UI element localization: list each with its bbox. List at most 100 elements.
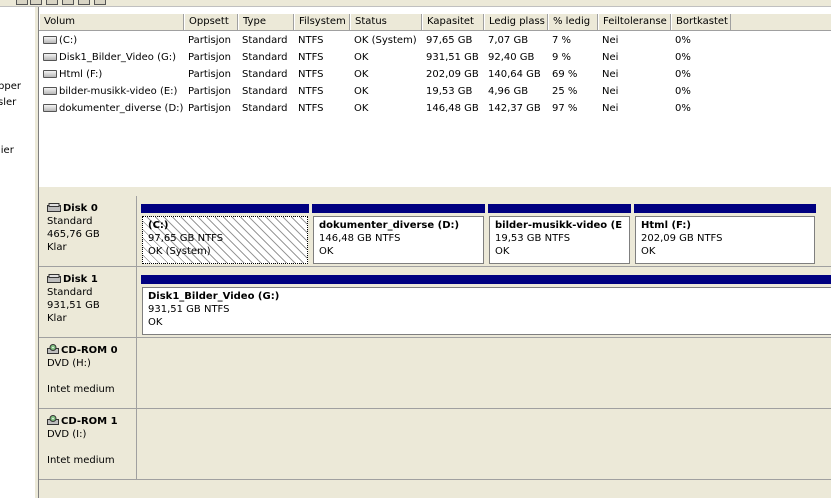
partition-status: OK	[148, 317, 163, 328]
partition-bar	[141, 275, 831, 284]
partition-f[interactable]: Html (F:) 202,09 GB NTFS OK	[634, 204, 816, 264]
disk-partition-area	[138, 338, 831, 408]
volume-list-header: Volum Oppsett Type Filsystem Status Kapa…	[39, 14, 831, 31]
disk-type: Standard	[47, 216, 93, 227]
toolbar-properties-icon[interactable]	[46, 0, 58, 5]
column-header-percent-free[interactable]: % ledig	[548, 14, 598, 30]
partition-status: OK (System)	[148, 246, 211, 257]
partition-size: 202,09 GB NTFS	[641, 233, 723, 244]
volume-row[interactable]: dokumenter_diverse (D:) Partisjon Standa…	[39, 100, 831, 117]
disk-info[interactable]: CD-ROM 1 DVD (I:) Intet medium	[39, 409, 137, 479]
partition-c[interactable]: (C:) 97,65 GB NTFS OK (System)	[141, 204, 309, 264]
partition-body[interactable]: dokumenter_diverse (D:) 146,48 GB NTFS O…	[313, 216, 484, 264]
volume-list: Volum Oppsett Type Filsystem Status Kapa…	[39, 14, 831, 186]
partition-name: (C:)	[148, 220, 169, 231]
disk-info[interactable]: Disk 1 Standard 931,51 GB Klar	[39, 267, 137, 337]
cell-capacity: 146,48 GB	[426, 103, 479, 114]
cell-fault-tolerance: Nei	[602, 52, 619, 63]
cell-status: OK	[354, 52, 369, 63]
toolbar-view-icon[interactable]	[78, 0, 90, 5]
tree-item-fragment[interactable]: sler	[0, 97, 16, 108]
drive-icon	[43, 87, 57, 95]
cell-free-space: 4,96 GB	[488, 86, 529, 97]
disk-state: Klar	[47, 242, 67, 253]
disk-name: CD-ROM 1	[61, 416, 118, 427]
tree-item-fragment[interactable]: pper	[0, 81, 21, 92]
volume-row[interactable]: Html (F:) Partisjon Standard NTFS OK 202…	[39, 66, 831, 83]
disk-state: Klar	[47, 313, 67, 324]
disk-row-cdrom-0[interactable]: CD-ROM 0 DVD (H:) Intet medium	[39, 338, 831, 409]
disk-info[interactable]: CD-ROM 0 DVD (H:) Intet medium	[39, 338, 137, 408]
toolbar-close-icon[interactable]	[30, 0, 42, 5]
disk-partition-area: Disk1_Bilder_Video (G:) 931,51 GB NTFS O…	[138, 267, 831, 337]
partition-body[interactable]: bilder-musikk-video (E 19,53 GB NTFS OK	[489, 216, 630, 264]
cell-layout: Partisjon	[188, 69, 231, 80]
disk-info[interactable]: Disk 0 Standard 465,76 GB Klar	[39, 196, 137, 266]
partition-body[interactable]: Html (F:) 202,09 GB NTFS OK	[635, 216, 815, 264]
disk-row-cdrom-1[interactable]: CD-ROM 1 DVD (I:) Intet medium	[39, 409, 831, 480]
cell-capacity: 19,53 GB	[426, 86, 473, 97]
cell-volume: Disk1_Bilder_Video (G:)	[39, 49, 184, 66]
cell-filesystem: NTFS	[298, 35, 324, 46]
volume-name: (C:)	[59, 35, 78, 46]
cell-overhead: 0%	[675, 103, 691, 114]
drive-icon	[43, 53, 57, 61]
cell-filesystem: NTFS	[298, 69, 324, 80]
volume-row[interactable]: bilder-musikk-video (E:) Partisjon Stand…	[39, 83, 831, 100]
cell-type: Standard	[242, 52, 288, 63]
cell-layout: Partisjon	[188, 103, 231, 114]
column-header-volume[interactable]: Volum	[39, 14, 184, 30]
volume-row[interactable]: (C:) Partisjon Standard NTFS OK (System)…	[39, 32, 831, 49]
disk-partition-area: (C:) 97,65 GB NTFS OK (System) dokumente…	[138, 196, 831, 266]
partition-d[interactable]: dokumenter_diverse (D:) 146,48 GB NTFS O…	[312, 204, 485, 264]
toolbar-list-icon[interactable]	[94, 0, 106, 5]
partition-e[interactable]: bilder-musikk-video (E 19,53 GB NTFS OK	[488, 204, 631, 264]
disk-title: CD-ROM 1	[47, 415, 136, 428]
cell-overhead: 0%	[675, 69, 691, 80]
column-header-free-space[interactable]: Ledig plass	[484, 14, 548, 30]
partition-bar	[634, 204, 816, 213]
cell-layout: Partisjon	[188, 35, 231, 46]
cell-percent-free: 9 %	[552, 52, 572, 63]
hard-disk-icon	[47, 203, 61, 212]
column-header-type[interactable]: Type	[238, 14, 294, 30]
column-header-capacity[interactable]: Kapasitet	[422, 14, 484, 30]
column-header-overhead[interactable]: Bortkastet	[671, 14, 731, 30]
cell-overhead: 0%	[675, 35, 691, 46]
volume-name: Disk1_Bilder_Video (G:)	[59, 52, 176, 63]
cell-fault-tolerance: Nei	[602, 35, 619, 46]
cell-filesystem: NTFS	[298, 103, 324, 114]
toolbar-back-icon[interactable]	[16, 0, 28, 5]
cell-filesystem: NTFS	[298, 86, 324, 97]
cell-free-space: 142,37 GB	[488, 103, 541, 114]
disk-state: Intet medium	[47, 384, 115, 395]
disk-type: DVD (H:)	[47, 358, 91, 369]
volume-row[interactable]: Disk1_Bilder_Video (G:) Partisjon Standa…	[39, 49, 831, 66]
toolbar-help-icon[interactable]	[62, 0, 74, 5]
navigation-tree-pane: pper sler lier	[0, 7, 36, 498]
partition-body-selected[interactable]: (C:) 97,65 GB NTFS OK (System)	[142, 216, 308, 264]
partition-size: 146,48 GB NTFS	[319, 233, 401, 244]
cell-volume: bilder-musikk-video (E:)	[39, 83, 184, 100]
tree-item-fragment[interactable]: lier	[0, 145, 14, 156]
cell-layout: Partisjon	[188, 52, 231, 63]
cell-free-space: 7,07 GB	[488, 35, 529, 46]
column-header-status[interactable]: Status	[350, 14, 422, 30]
partition-g[interactable]: Disk1_Bilder_Video (G:) 931,51 GB NTFS O…	[141, 275, 831, 335]
cd-rom-icon	[47, 415, 59, 425]
disk-row-disk-0[interactable]: Disk 0 Standard 465,76 GB Klar (C:) 97,6…	[39, 196, 831, 267]
partition-bar	[141, 204, 309, 213]
column-header-layout[interactable]: Oppsett	[184, 14, 238, 30]
partition-body[interactable]: Disk1_Bilder_Video (G:) 931,51 GB NTFS O…	[142, 287, 831, 335]
disk-row-disk-1[interactable]: Disk 1 Standard 931,51 GB Klar Disk1_Bil…	[39, 267, 831, 338]
cell-percent-free: 7 %	[552, 35, 572, 46]
cell-status: OK	[354, 86, 369, 97]
column-header-filesystem[interactable]: Filsystem	[294, 14, 350, 30]
disk-state: Intet medium	[47, 455, 115, 466]
column-header-fault-tolerance[interactable]: Feiltoleranse	[598, 14, 671, 30]
cell-overhead: 0%	[675, 86, 691, 97]
disk-graphical-view: Disk 0 Standard 465,76 GB Klar (C:) 97,6…	[39, 193, 831, 498]
cell-type: Standard	[242, 86, 288, 97]
